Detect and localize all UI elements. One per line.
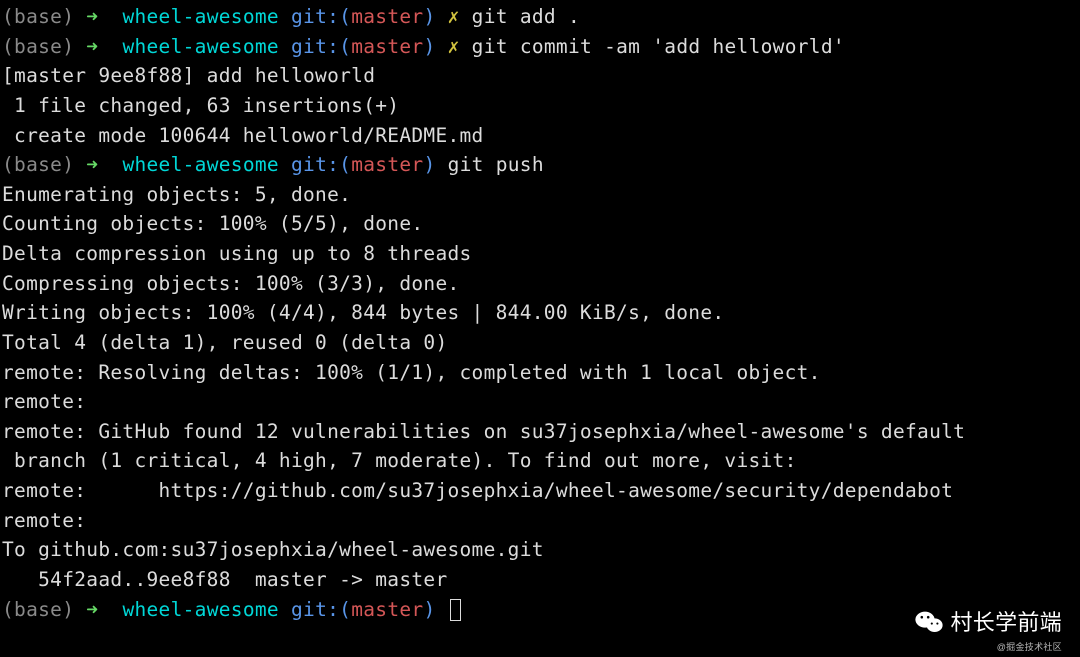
git-label: git:(: [291, 153, 351, 176]
output-line: branch (1 critical, 4 high, 7 moderate).…: [2, 446, 1078, 476]
dirty-icon: ✗: [448, 35, 460, 58]
wechat-icon: [914, 610, 944, 634]
output-line: Writing objects: 100% (4/4), 844 bytes |…: [2, 298, 1078, 328]
git-close: ): [423, 35, 435, 58]
output-line: 1 file changed, 63 insertions(+): [2, 91, 1078, 121]
output-line: remote: Resolving deltas: 100% (1/1), co…: [2, 358, 1078, 388]
current-dir: wheel-awesome: [122, 35, 279, 58]
output-line: 54f2aad..9ee8f88 master -> master: [2, 565, 1078, 595]
git-label: git:(: [291, 35, 351, 58]
output-line: remote:: [2, 506, 1078, 536]
command-text: git push: [448, 153, 544, 176]
output-line: create mode 100644 helloworld/README.md: [2, 121, 1078, 151]
prompt-arrow-icon: ➜: [86, 598, 110, 621]
output-line: remote:: [2, 387, 1078, 417]
output-line: To github.com:su37josephxia/wheel-awesom…: [2, 535, 1078, 565]
git-branch: master: [351, 5, 423, 28]
current-dir: wheel-awesome: [122, 5, 279, 28]
prompt-arrow-icon: ➜: [86, 153, 110, 176]
watermark-text: 村长学前端: [950, 606, 1062, 639]
git-label: git:(: [291, 598, 351, 621]
git-branch: master: [351, 35, 423, 58]
git-branch: master: [351, 153, 423, 176]
git-close: ): [423, 598, 435, 621]
dirty-icon: ✗: [448, 5, 460, 28]
output-line: Compressing objects: 100% (3/3), done.: [2, 269, 1078, 299]
prompt-line-3[interactable]: (base) ➜ wheel-awesome git:(master) git …: [2, 150, 1078, 180]
conda-env: (base): [2, 35, 74, 58]
output-line: Enumerating objects: 5, done.: [2, 180, 1078, 210]
conda-env: (base): [2, 598, 74, 621]
prompt-line-2[interactable]: (base) ➜ wheel-awesome git:(master) ✗ gi…: [2, 32, 1078, 62]
terminal-output: (base) ➜ wheel-awesome git:(master) ✗ gi…: [2, 2, 1078, 624]
output-line: [master 9ee8f88] add helloworld: [2, 61, 1078, 91]
prompt-arrow-icon: ➜: [86, 5, 110, 28]
current-dir: wheel-awesome: [122, 153, 279, 176]
command-text: git add .: [472, 5, 580, 28]
prompt-line-1[interactable]: (base) ➜ wheel-awesome git:(master) ✗ gi…: [2, 2, 1078, 32]
conda-env: (base): [2, 153, 74, 176]
output-line: Total 4 (delta 1), reused 0 (delta 0): [2, 328, 1078, 358]
conda-env: (base): [2, 5, 74, 28]
watermark-subtext: @掘金技术社区: [997, 641, 1062, 655]
output-line: Delta compression using up to 8 threads: [2, 239, 1078, 269]
git-close: ): [423, 153, 435, 176]
git-branch: master: [351, 598, 423, 621]
git-close: ): [423, 5, 435, 28]
cursor-icon: [450, 599, 461, 621]
prompt-arrow-icon: ➜: [86, 35, 110, 58]
command-text: git commit -am 'add helloworld': [472, 35, 845, 58]
output-line: remote: https://github.com/su37josephxia…: [2, 476, 1078, 506]
watermark: 村长学前端: [914, 606, 1062, 639]
output-line: Counting objects: 100% (5/5), done.: [2, 209, 1078, 239]
git-label: git:(: [291, 5, 351, 28]
output-line: remote: GitHub found 12 vulnerabilities …: [2, 417, 1078, 447]
current-dir: wheel-awesome: [122, 598, 279, 621]
